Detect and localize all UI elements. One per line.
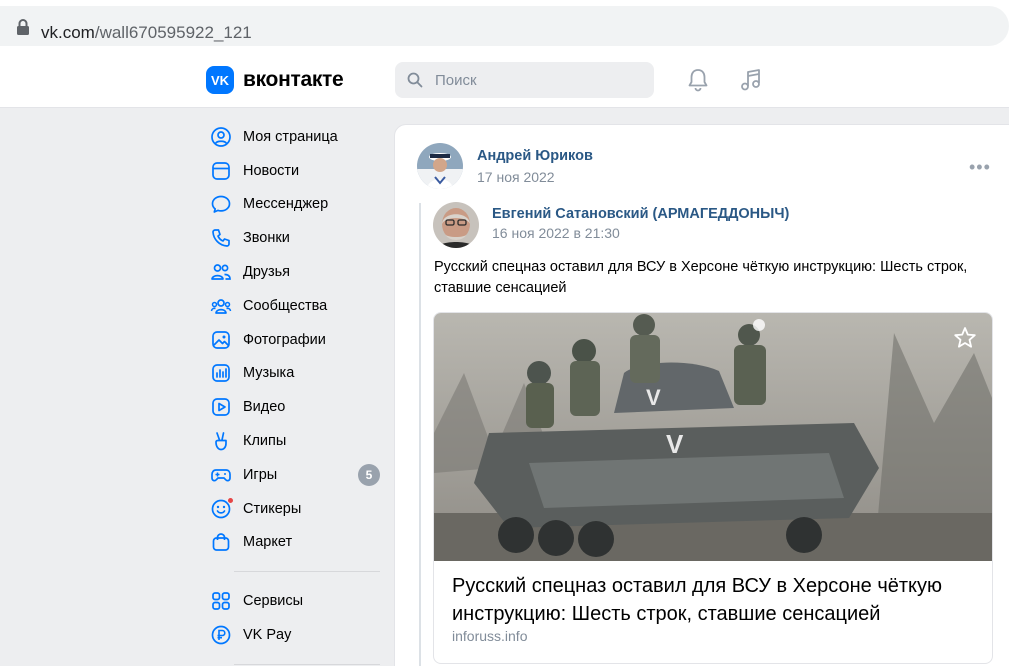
vk-top-header: VK вконтакте [0,52,1009,108]
communities-icon [210,295,232,317]
music-bars-icon [210,362,232,384]
repost-date[interactable]: 16 ноя 2022 в 21:30 [492,225,620,241]
photo-icon [210,329,232,351]
attachment-title[interactable]: Русский спецназ оставил для ВСУ в Херсон… [452,572,982,628]
repost-author-name[interactable]: Евгений Сатановский (АРМАГЕДДОНЫЧ) [492,206,789,222]
article-cover-image[interactable]: V V [434,313,993,561]
sidebar-item-label: Стикеры [243,500,302,517]
services-grid-icon [210,590,232,612]
sidebar-item-communities[interactable]: Сообщества [206,289,386,323]
sidebar-divider [234,571,380,573]
games-count-badge: 5 [358,463,380,486]
sidebar-item-music[interactable]: Музыка [206,357,386,391]
left-sidebar-nav: Моя страница Новости Мессенджер Звонки Д… [206,120,386,666]
sidebar-item-label: Фотографии [243,331,326,348]
link-attachment[interactable]: V V Русский спецназ оставил для ВСУ в Хе… [433,312,993,664]
sidebar-item-photos[interactable]: Фотографии [206,323,386,357]
sidebar-item-games[interactable]: Игры 5 [206,458,386,492]
sidebar-item-stickers[interactable]: Стикеры [206,492,386,526]
attachment-source: inforuss.info [452,628,528,644]
newsfeed-icon [210,160,232,182]
gamepad-icon [210,464,232,486]
sidebar-item-label: Сообщества [243,297,328,314]
notification-dot [227,496,234,504]
sidebar-item-friends[interactable]: Друзья [206,255,386,289]
sidebar-item-label: Музыка [243,365,295,382]
friends-icon [210,261,232,283]
sidebar-item-label: Друзья [243,264,291,281]
repost-author-avatar[interactable] [433,202,479,248]
shopping-bag-icon [210,531,232,553]
sidebar-item-label: Видео [243,399,286,416]
video-play-icon [210,396,232,418]
music-note-icon[interactable] [738,67,764,93]
ruble-icon [210,624,232,646]
sidebar-item-label: Моя страница [243,128,338,145]
sidebar-item-messenger[interactable]: Мессенджер [206,188,386,222]
sidebar-item-my-page[interactable]: Моя страница [206,120,386,154]
sidebar-divider [234,663,380,665]
smile-icon [210,496,234,520]
phone-icon [210,227,232,249]
sidebar-item-label: Новости [243,162,300,179]
post-author-name[interactable]: Андрей Юриков [477,148,593,164]
sidebar-item-market[interactable]: Маркет [206,526,386,560]
vk-logo-icon[interactable]: VK [206,66,234,94]
post-text: Русский спецназ оставил для ВСУ в Херсон… [434,259,968,296]
lock-icon [17,19,29,35]
repost-indent-line [419,203,421,666]
sidebar-item-news[interactable]: Новости [206,154,386,188]
sidebar-item-label: Игры [243,466,278,483]
address-field[interactable]: vk.com/wall670595922_121 [0,6,1009,46]
clips-hand-icon [210,430,232,452]
bell-icon[interactable] [685,67,711,93]
bookmark-star-icon[interactable] [952,325,978,351]
svg-text:V: V [646,385,661,410]
vk-logo-text[interactable]: вконтакте [243,68,344,92]
url-text: vk.com/wall670595922_121 [41,23,252,42]
sidebar-item-label: VK Pay [243,627,292,644]
search-input[interactable] [435,62,645,98]
user-circle-icon [210,126,232,148]
sidebar-item-label: Мессенджер [243,196,329,213]
sidebar-item-label: Звонки [243,230,290,247]
browser-address-bar: vk.com/wall670595922_121 [0,0,1009,52]
sidebar-item-clips[interactable]: Клипы [206,424,386,458]
sidebar-item-calls[interactable]: Звонки [206,221,386,255]
sidebar-item-video[interactable]: Видео [206,390,386,424]
sidebar-item-label: Клипы [243,433,287,450]
wall-post-card: Андрей Юриков 17 ноя 2022 ••• Евгений Са… [394,124,1009,666]
sidebar-item-label: Маркет [243,534,293,551]
sidebar-item-label: Сервисы [243,593,304,610]
more-options-icon[interactable]: ••• [969,157,991,178]
sidebar-item-services[interactable]: Сервисы [206,584,386,618]
author-avatar[interactable] [417,143,463,189]
message-bubble-icon [210,193,232,215]
post-date[interactable]: 17 ноя 2022 [477,169,555,185]
search-box[interactable] [395,62,654,98]
sidebar-item-vk-pay[interactable]: VK Pay [206,618,386,652]
search-icon [407,72,423,88]
svg-text:V: V [666,429,684,459]
